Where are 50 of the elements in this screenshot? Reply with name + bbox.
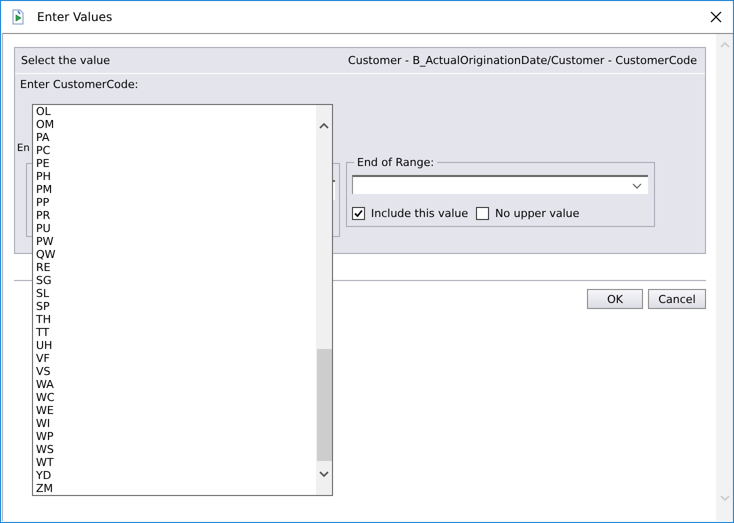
list-item[interactable]: ZM (36, 482, 316, 495)
list-item[interactable]: VF (36, 352, 316, 365)
list-item[interactable]: SL (36, 287, 316, 300)
list-item[interactable]: WE (36, 404, 316, 417)
list-item[interactable]: RE (36, 261, 316, 274)
list-item[interactable]: WI (36, 417, 316, 430)
checkbox[interactable] (352, 207, 365, 220)
list-item[interactable]: WA (36, 378, 316, 391)
chevron-down-icon[interactable] (319, 471, 329, 477)
panel-title: Select the value (21, 54, 110, 67)
dialog-button[interactable]: OK (587, 289, 643, 309)
list-scrollbar[interactable] (316, 105, 332, 495)
checkbox[interactable] (476, 207, 490, 220)
field-path: Customer - B_ActualOriginationDate/Customer - CustomerCode (348, 54, 697, 67)
list-item[interactable]: PC (36, 144, 316, 157)
checkbox-option[interactable]: No upper value (476, 207, 580, 220)
list-item[interactable]: TH (36, 313, 316, 326)
list-item[interactable]: WS (36, 443, 316, 456)
close-icon[interactable] (710, 11, 722, 23)
list-item[interactable]: WC (36, 391, 316, 404)
list-item[interactable]: QW (36, 248, 316, 261)
checkbox-option[interactable]: Include this value (352, 207, 468, 220)
list-item[interactable]: SP (36, 300, 316, 313)
list-item[interactable]: PA (36, 131, 316, 144)
dialog-button[interactable]: Cancel (648, 289, 706, 309)
list-item[interactable]: PR (36, 209, 316, 222)
list-item[interactable]: OL (36, 105, 316, 118)
list-item[interactable]: VS (36, 365, 316, 378)
list-item[interactable]: TT (36, 326, 316, 339)
list-item[interactable]: PW (36, 235, 316, 248)
list-item[interactable]: WP (36, 430, 316, 443)
scroll-thumb[interactable] (316, 349, 332, 461)
group-legend: End of Range: (354, 156, 438, 169)
window-title: Enter Values (37, 10, 114, 24)
list-item[interactable]: PU (36, 222, 316, 235)
list-item[interactable]: PH (36, 170, 316, 183)
chevron-up-icon[interactable] (319, 123, 329, 129)
list-item[interactable]: PM (36, 183, 316, 196)
list-item[interactable]: OM (36, 118, 316, 131)
app-icon (10, 9, 26, 25)
range-label: En (17, 143, 30, 154)
list-item[interactable]: WT (36, 456, 316, 469)
list-item[interactable]: YD (36, 469, 316, 482)
chevron-down-icon (632, 182, 642, 188)
list-item[interactable]: PE (36, 157, 316, 170)
list-item[interactable]: UH (36, 339, 316, 352)
end-range-combobox[interactable] (352, 175, 648, 194)
list-item[interactable]: SG (36, 274, 316, 287)
list-item[interactable]: PP (36, 196, 316, 209)
prompt-label: Enter CustomerCode: (20, 78, 140, 91)
